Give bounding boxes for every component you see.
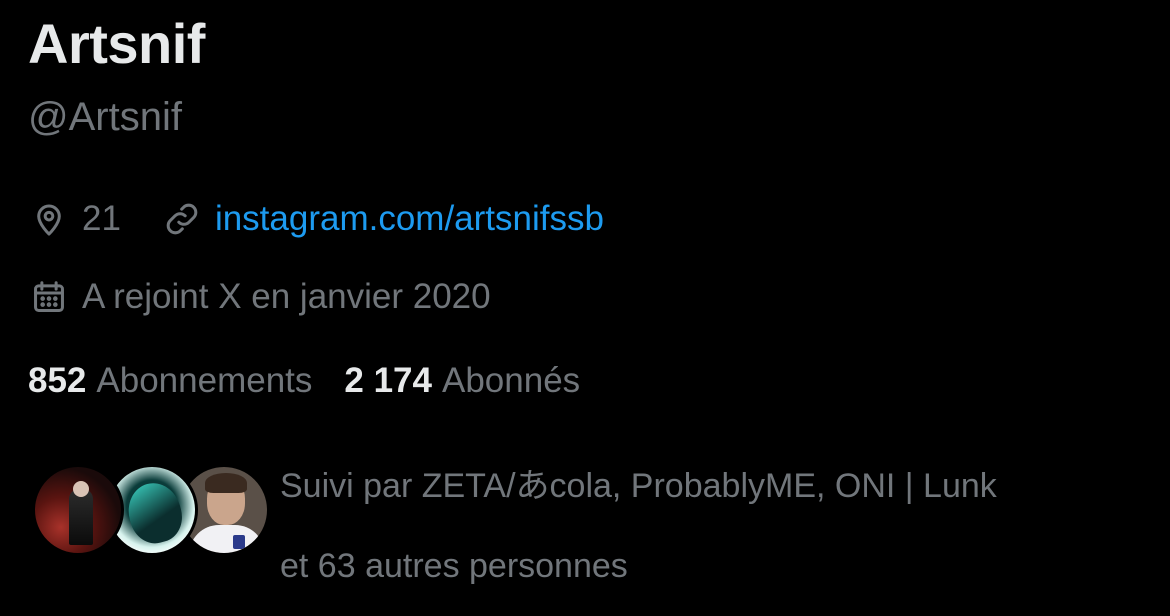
website-url[interactable]: instagram.com/artsnifssb xyxy=(215,196,604,242)
followers-stat[interactable]: 2 174 Abonnés xyxy=(344,358,580,404)
map-pin-icon xyxy=(30,200,68,238)
user-handle: @Artsnif xyxy=(28,95,182,139)
followers-label: Abonnés xyxy=(441,361,581,400)
followed-by-line-1: Suivi par ZETA/あcola, ProbablyME, ONI | … xyxy=(280,467,997,505)
followers-count: 2 174 xyxy=(344,361,432,400)
website-link[interactable]: instagram.com/artsnifssb xyxy=(163,196,604,242)
joined-date: A rejoint X en janvier 2020 xyxy=(82,277,491,316)
location-text: 21 xyxy=(82,199,121,238)
calendar-icon xyxy=(30,278,68,316)
following-label: Abonnements xyxy=(96,361,313,400)
followed-by-line-2: et 63 autres personnes xyxy=(280,547,628,585)
follow-stats: 852 Abonnements 2 174 Abonnés xyxy=(28,358,580,404)
profile-meta-row: 21 instagram.com/artsnifssb xyxy=(30,196,604,242)
followed-by-text[interactable]: Suivi par ZETA/あcola, ProbablyME, ONI | … xyxy=(280,446,1150,606)
followers-you-know[interactable]: Suivi par ZETA/あcola, ProbablyME, ONI | … xyxy=(32,462,1152,585)
following-count: 852 xyxy=(28,361,87,400)
profile-header: Artsnif @Artsnif 21 instagram.com/artsni… xyxy=(0,0,1170,616)
avatar xyxy=(32,464,124,556)
display-name: Artsnif xyxy=(28,12,205,75)
joined-row: A rejoint X en janvier 2020 xyxy=(30,274,491,320)
link-icon xyxy=(163,200,201,238)
following-stat[interactable]: 852 Abonnements xyxy=(28,358,312,404)
